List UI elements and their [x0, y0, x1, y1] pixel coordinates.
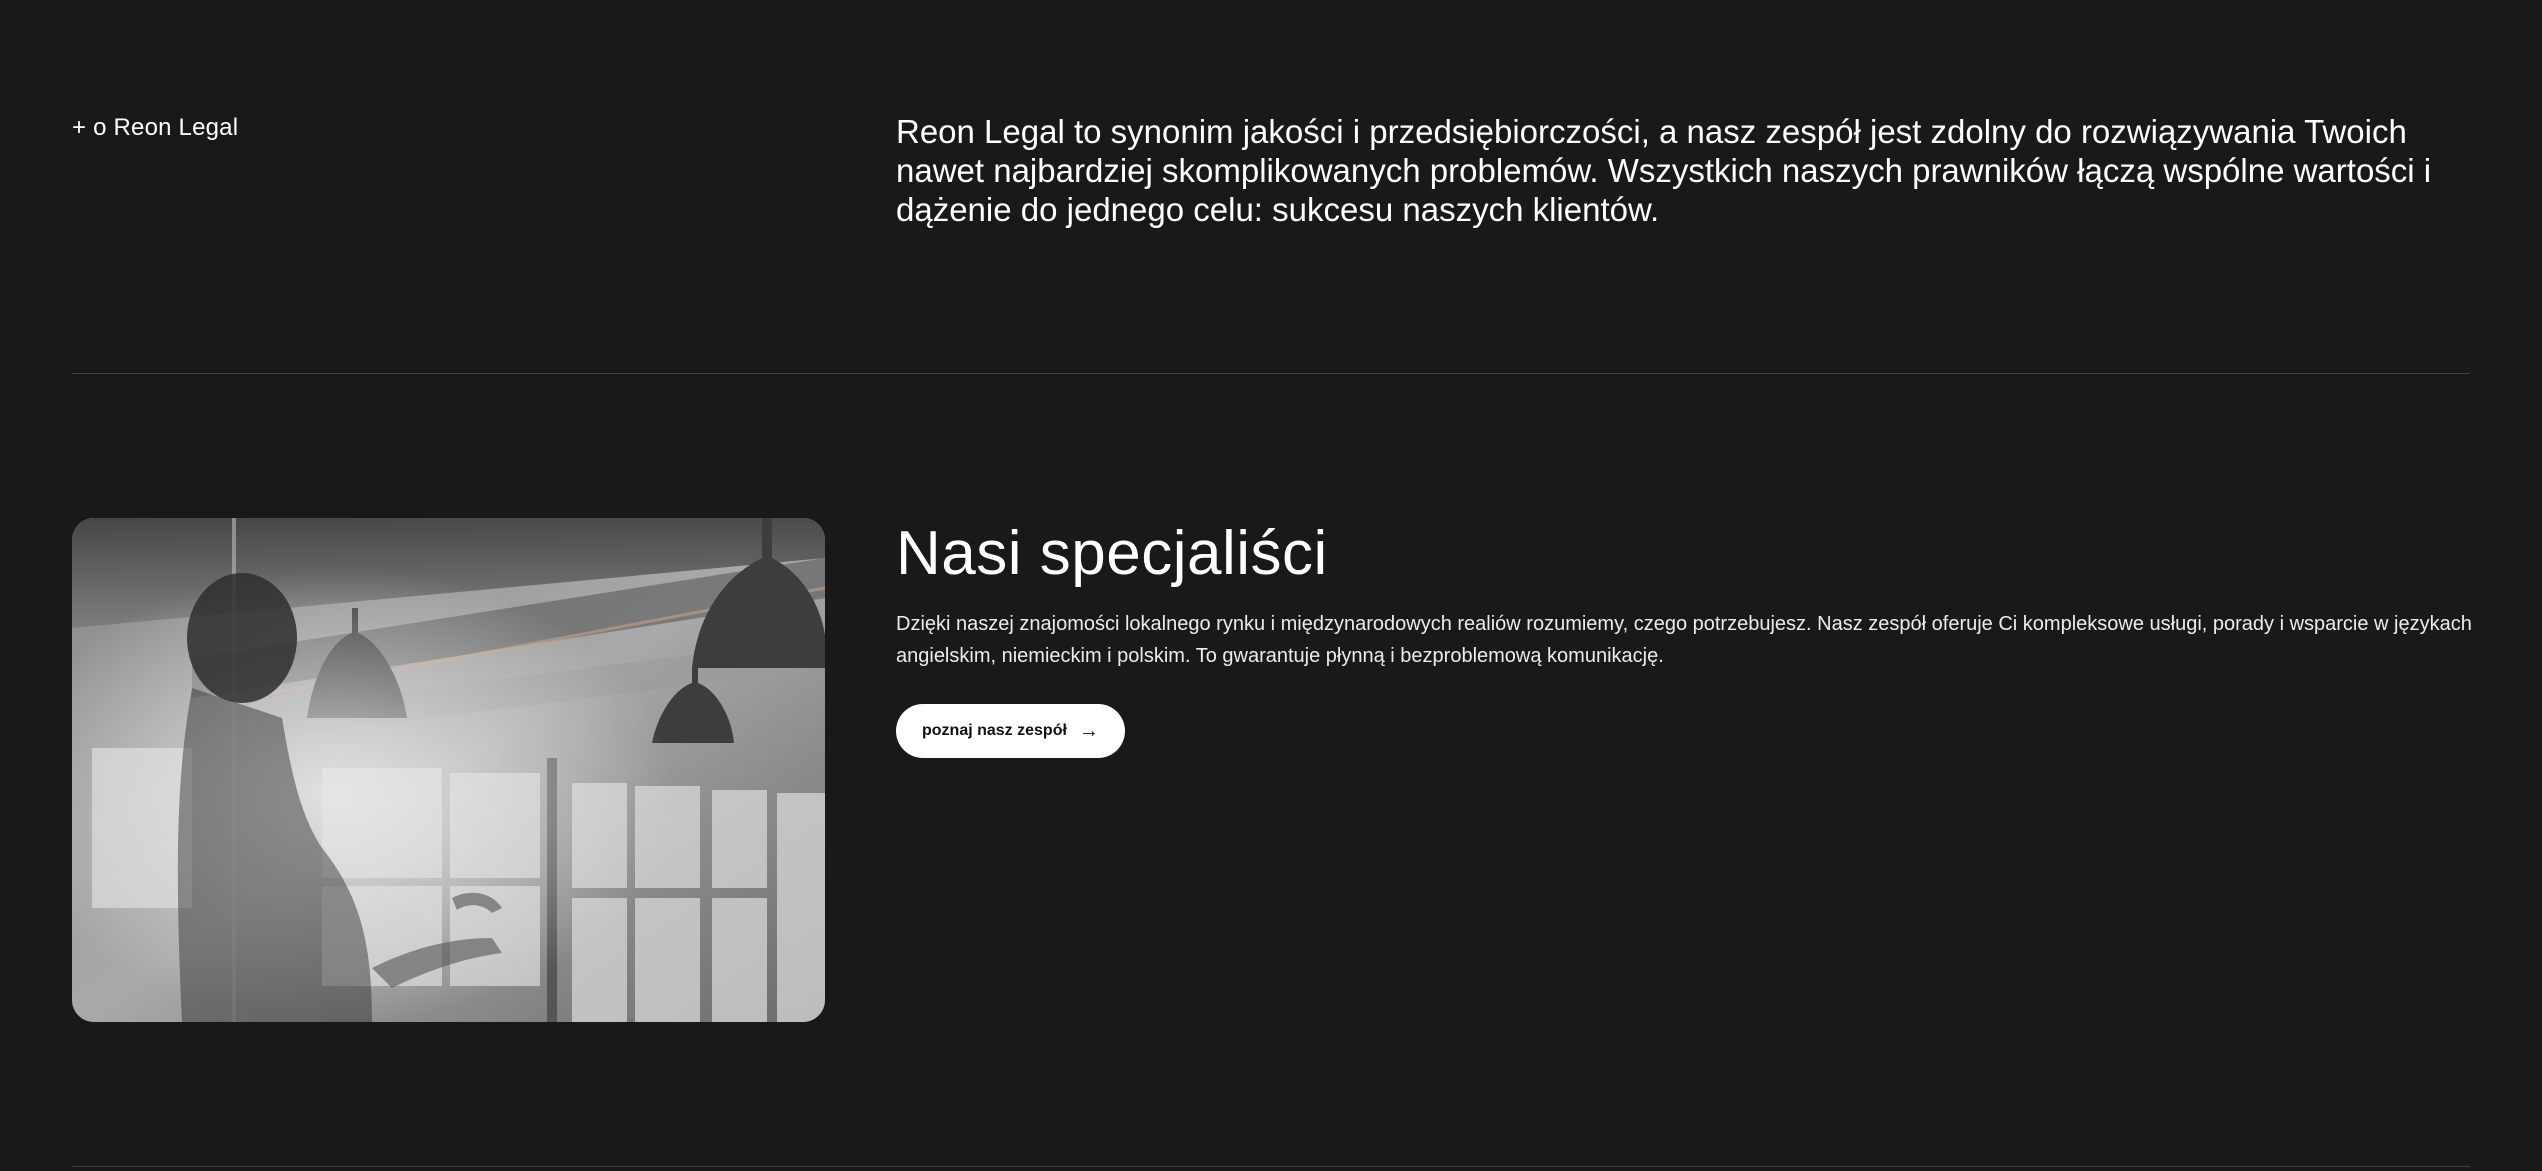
section-title: Nasi specjaliści: [896, 519, 1328, 588]
arrow-right-icon: →: [1078, 720, 1099, 742]
section-divider-bottom: [72, 1166, 2470, 1167]
specialist-photo: [72, 518, 825, 1022]
about-label: + o Reon Legal: [72, 114, 239, 141]
section-description: Dzięki naszej znajomości lokalnego rynku…: [896, 613, 2472, 667]
meet-team-button[interactable]: poznaj nasz zespół →: [896, 704, 1125, 758]
office-photo-illustration: [72, 518, 825, 1022]
section-divider: [72, 373, 2470, 374]
page: + o Reon Legal Reon Legal to synonim jak…: [0, 0, 2542, 1171]
about-text: Reon Legal to synonim jakości i przedsię…: [896, 113, 2432, 228]
meet-team-button-label: poznaj nasz zespół: [922, 722, 1067, 739]
